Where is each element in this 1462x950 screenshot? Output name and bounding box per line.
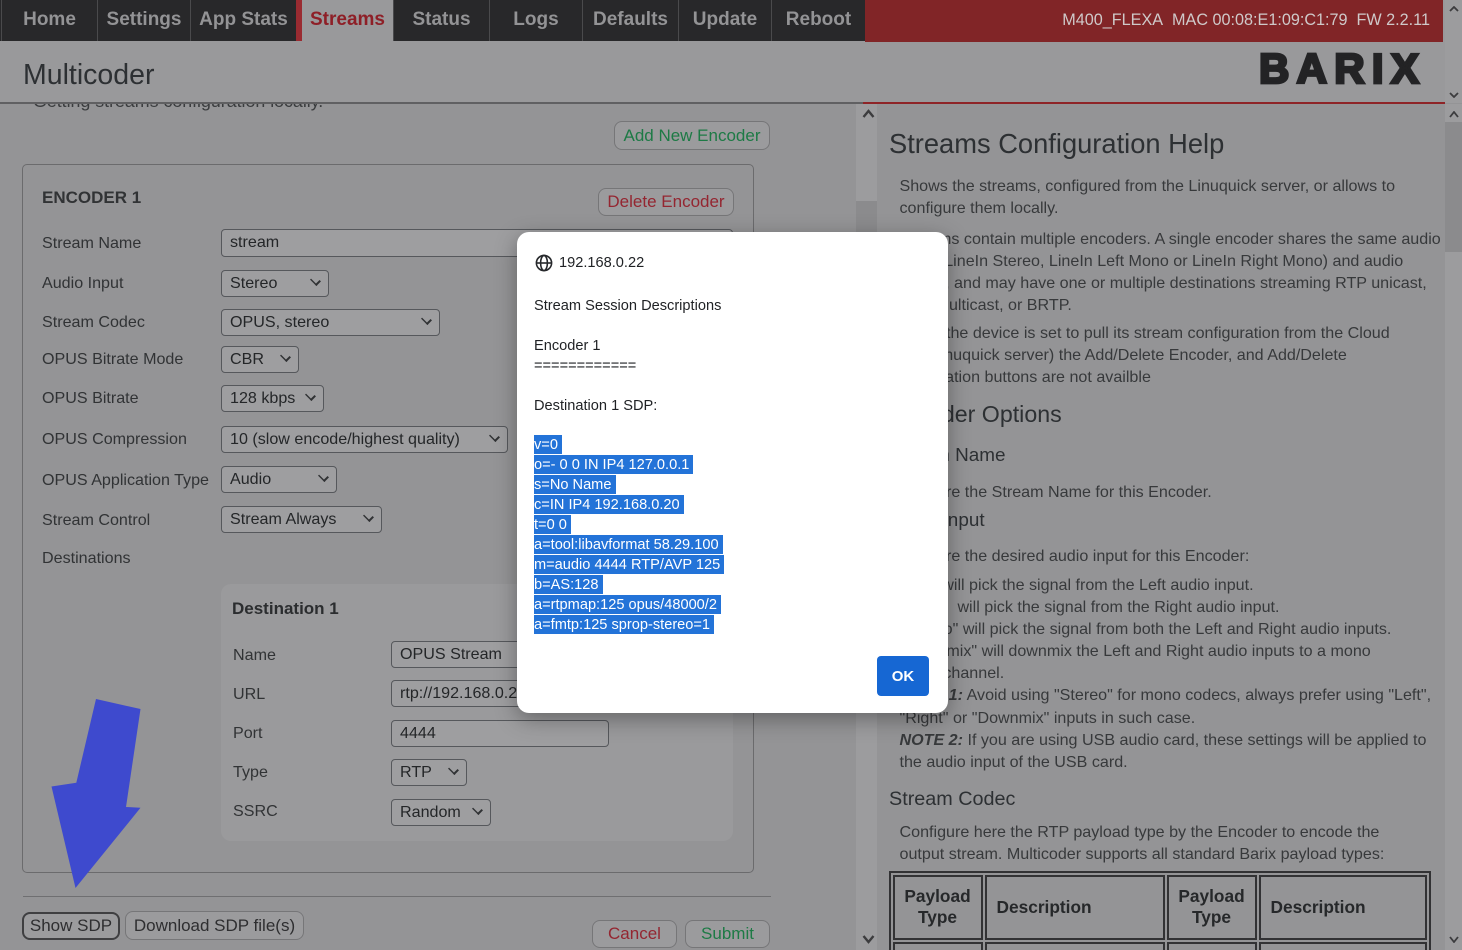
svg-text:BARIX: BARIX [1259,51,1421,86]
